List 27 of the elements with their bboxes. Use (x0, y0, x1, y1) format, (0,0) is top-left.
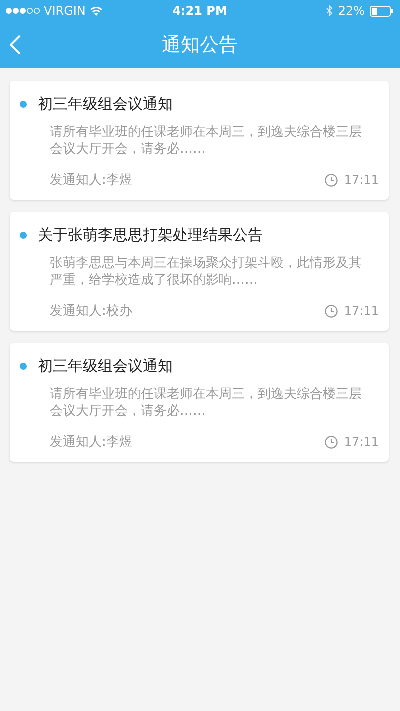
wifi-icon (90, 6, 103, 16)
battery-icon (370, 6, 394, 16)
notice-summary: 张萌李思思与本周三在操场聚众打架斗殴，此情形及其严重，给学校造成了很坏的影响…… (50, 255, 363, 289)
notice-card[interactable]: 关于张萌李思思打架处理结果公告 张萌李思思与本周三在操场聚众打架斗殴，此情形及其严重，给学校造成了很坏的影响…… 发通知人:校办 17:11 (10, 212, 389, 331)
carrier-name: VIRGIN (44, 4, 86, 18)
notice-title: 初三年级组会议通知 (38, 95, 173, 114)
battery-percentage: 22% (338, 4, 366, 18)
notice-summary: 请所有毕业班的任课老师在本周三，到逸夫综合楼三层会议大厅开会，请务必…… (50, 124, 363, 158)
notice-sender: 发通知人:校办 (50, 303, 134, 320)
notice-card[interactable]: 初三年级组会议通知 请所有毕业班的任课老师在本周三，到逸夫综合楼三层会议大厅开会，请务必…… 发通知人:李煜 17:11 (10, 343, 389, 462)
clock-icon (325, 436, 338, 448)
notice-title: 关于张萌李思思打架处理结果公告 (38, 226, 263, 245)
notice-sender: 发通知人:李煜 (50, 172, 134, 189)
notice-time: 17:11 (344, 304, 379, 318)
signal-icon (6, 8, 40, 14)
notice-sender: 发通知人:李煜 (50, 434, 134, 451)
notice-summary: 请所有毕业班的任课老师在本周三，到逸夫综合楼三层会议大厅开会，请务必…… (50, 386, 363, 420)
clock-icon (325, 174, 338, 186)
page-title: 通知公告 (162, 33, 238, 58)
notice-title: 初三年级组会议通知 (38, 357, 173, 376)
notice-time: 17:11 (344, 435, 379, 449)
notice-card[interactable]: 初三年级组会议通知 请所有毕业班的任课老师在本周三，到逸夫综合楼三层会议大厅开会，请务必…… 发通知人:李煜 17:11 (10, 81, 389, 200)
clock-icon (325, 304, 338, 318)
notice-time: 17:11 (344, 173, 379, 187)
bluetooth-icon (326, 5, 334, 17)
chevron-left-icon (10, 35, 21, 55)
clock-time: 4:21 PM (172, 4, 228, 18)
